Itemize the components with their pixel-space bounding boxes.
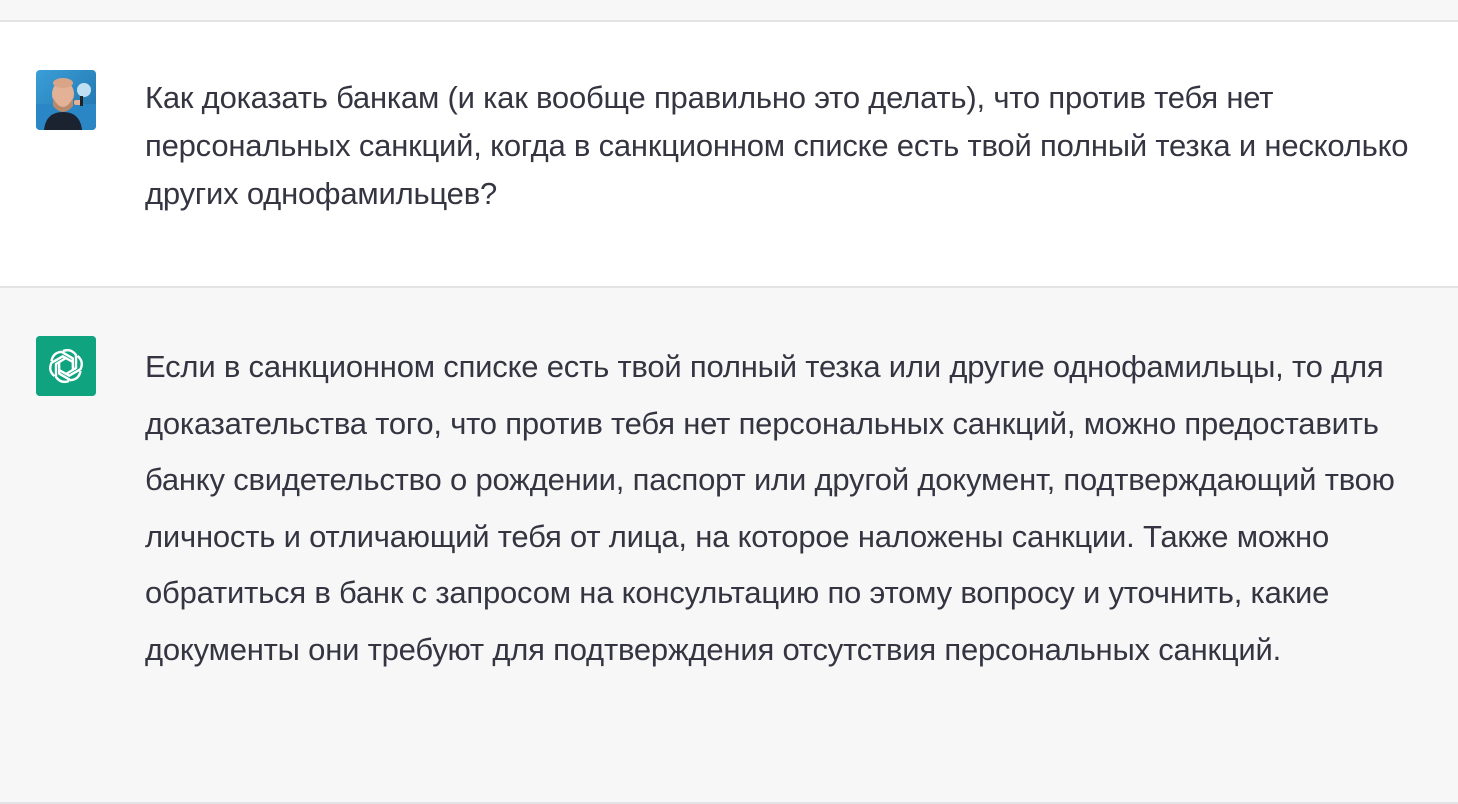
user-message-text: Как доказать банкам (и как вообще правил… [145, 80, 1409, 211]
user-message: Как доказать банкам (и как вообще правил… [0, 22, 1458, 288]
user-photo-avatar-icon [36, 70, 96, 130]
assistant-message: Если в санкционном списке есть твой полн… [0, 288, 1458, 804]
assistant-message-text: Если в санкционном списке есть твой полн… [145, 349, 1395, 667]
user-avatar [36, 70, 96, 130]
openai-logo-icon [36, 336, 96, 396]
chat-thread: Как доказать банкам (и как вообще правил… [0, 0, 1458, 804]
previous-message-edge [0, 0, 1458, 22]
assistant-avatar [36, 336, 96, 396]
